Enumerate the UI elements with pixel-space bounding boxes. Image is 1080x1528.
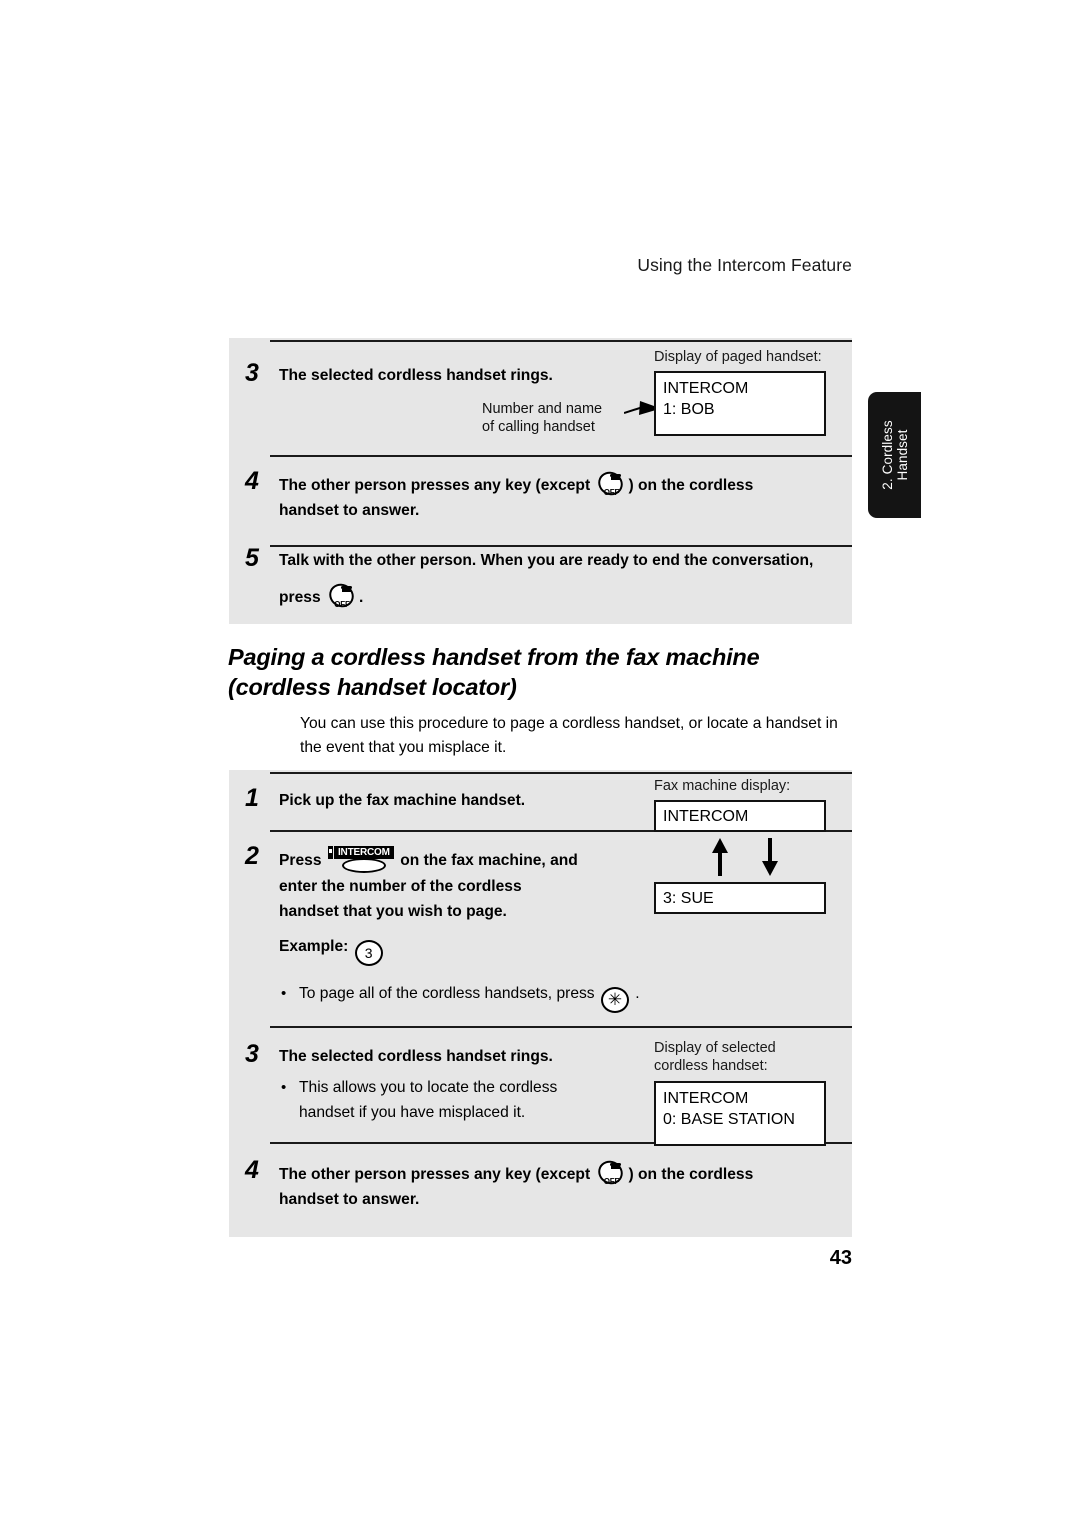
step-text-after: ) on the cordless [628,1166,754,1183]
selected-display-caption: Display of selected cordless handset: [654,1039,776,1075]
lcd-line-1: INTERCOM [663,1090,749,1107]
lcd-selected-handset: INTERCOM 0: BASE STATION [654,1081,826,1146]
step-text-line-3: handset that you wish to page. [279,903,507,920]
callout-line-1: Number and name [482,401,603,417]
off-key-label: OFF [603,488,620,497]
page-number: 43 [829,1247,852,1269]
step-block-lower: 1 Pick up the fax machine handset. 2 Pre… [229,770,852,1237]
display-caption: Display of paged handset: [654,349,822,365]
lcd-line-2: 0: BASE STATION [663,1111,795,1128]
step-number: 4 [245,1156,259,1184]
step-text-line-2: handset to answer. [279,502,420,519]
step-text-line-2: handset to answer. [279,1191,420,1208]
off-key-icon: OFF [325,579,358,612]
caption-line-2: cordless handset: [654,1058,768,1074]
arrow-down-icon [762,838,778,876]
note-text-after: . [635,985,640,1002]
intercom-key-icon: INTERCOM [327,846,394,874]
step-text-line-2-after: . [358,589,364,606]
step-text-before: The other person presses any key (except [279,1166,591,1183]
manual-page: Using the Intercom Feature 2. Cordless H… [0,0,1080,1528]
section-heading: Paging a cordless handset from the fax m… [228,642,868,702]
section-intro-paragraph: You can use this procedure to page a cor… [300,715,838,756]
step-text: The other person presses any key (except… [279,1156,849,1212]
divider-rule [270,455,852,457]
off-key-label: OFF [603,1177,620,1186]
callout-line-2: of calling handset [482,419,595,435]
example-row: Example: 3 [279,934,539,966]
step-number: 3 [245,359,259,387]
off-key-icon: OFF [594,467,628,500]
arrow-up-icon [712,838,728,876]
step-number: 1 [245,784,259,812]
callout-label: Number and name of calling handset [482,400,622,436]
step-number: 2 [245,842,259,870]
bullet-marker: • [281,985,287,1002]
step-number: 5 [245,544,259,572]
side-tab-line-2: Handset [894,429,910,481]
step-text-before: The other person presses any key (except [279,477,591,494]
step-text-after: on the fax machine, and [400,852,578,869]
note-line-2: handset if you have misplaced it. [299,1104,526,1121]
step-text: The other person presses any key (except… [279,467,849,523]
step-text-after: ) on the cordless [628,477,754,494]
side-tab-line-1: 2. Cordless [879,420,895,490]
divider-rule [270,772,852,774]
off-key-icon: OFF [594,1156,628,1189]
caption-line-1: Display of selected [654,1040,776,1056]
note-text-before: To page all of the cordless handsets, pr… [299,985,595,1002]
side-tab-cordless-handset: 2. Cordless Handset [868,392,921,518]
intercom-key-indicator [327,846,333,859]
section-heading-line-2: (cordless handset locator) [228,674,517,700]
note-line-1: This allows you to locate the cordless [299,1079,558,1096]
step-text-line-1: Talk with the other person. When you are… [279,552,814,569]
step-text: Pick up the fax machine handset. [279,792,526,809]
step-text: The selected cordless handset rings. [279,1048,553,1065]
step-number: 4 [245,467,259,495]
digit-key-3-icon: 3 [354,940,383,966]
lcd-line-1: INTERCOM [663,380,749,397]
step-note: This allows you to locate the cordless h… [299,1075,629,1125]
step-text: Talk with the other person. When you are… [279,548,859,612]
bullet-marker: • [281,1079,287,1096]
lcd-fax-line-2: 3: SUE [654,882,826,914]
off-key-label: OFF [334,600,350,609]
step-text: Press INTERCOM on the fax machine, and e… [279,846,649,924]
section-heading-line-1: Paging a cordless handset from the fax m… [228,644,760,670]
fax-display-caption: Fax machine display: [654,778,791,794]
divider-rule [270,545,852,547]
step-text-line-2-before: press [279,589,321,606]
step-text-before: Press [279,852,322,869]
star-key-icon: ✳ [600,987,629,1013]
divider-rule [270,1026,852,1028]
lcd-paged-handset: INTERCOM 1: BOB [654,371,826,436]
lcd-fax-line-1: INTERCOM [654,800,826,832]
running-header: Using the Intercom Feature [637,255,852,275]
step-note: To page all of the cordless handsets, pr… [299,981,729,1013]
lcd-line-2: 1: BOB [663,401,715,418]
divider-rule [270,340,852,342]
intercom-key-oval [341,858,386,873]
step-text-line-2: enter the number of the cordless [279,878,522,895]
side-tab-label: 2. Cordless Handset [868,392,921,518]
step-number: 3 [245,1040,259,1068]
example-label: Example: [279,938,349,955]
step-text: The selected cordless handset rings. [279,367,553,384]
step-block-upper: 3 The selected cordless handset rings. N… [229,338,852,624]
